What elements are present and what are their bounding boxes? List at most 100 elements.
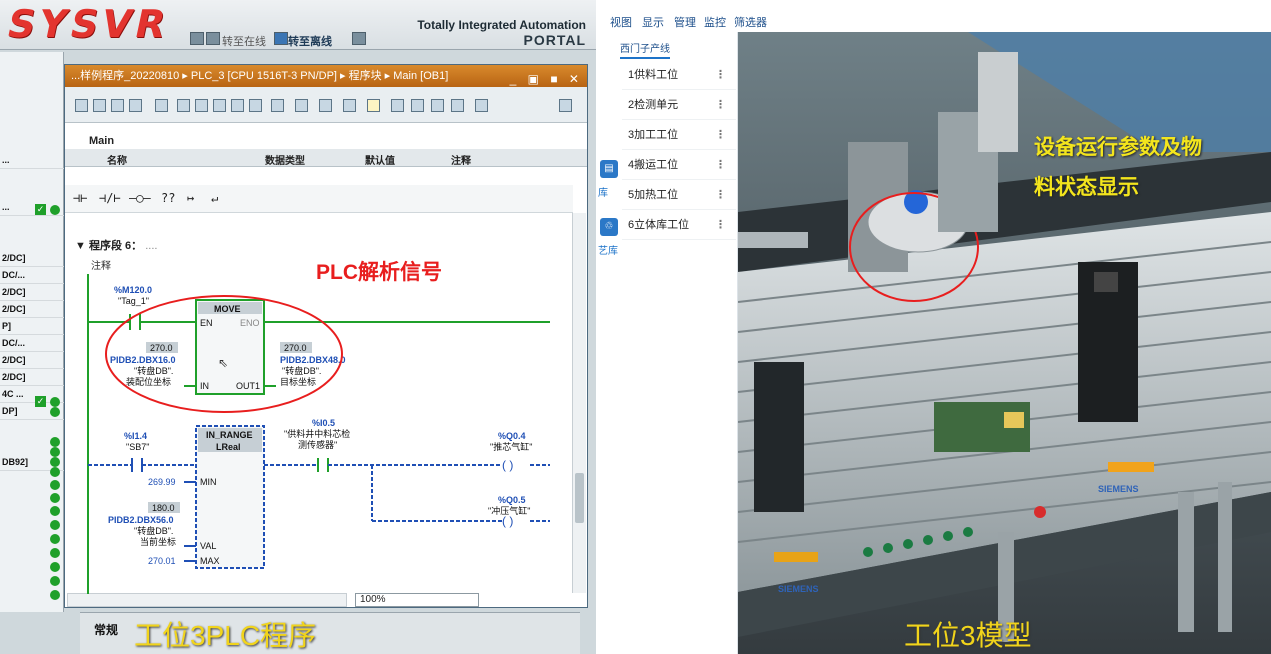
compile-icon[interactable] xyxy=(190,32,204,45)
tree-row[interactable]: DC/... xyxy=(0,267,64,284)
toolbar-tool-icon[interactable] xyxy=(271,99,284,112)
program-editor[interactable]: ...样例程序_20220810 ▸ PLC_3 [CPU 1516T-3 PN… xyxy=(64,64,588,608)
side-label: 艺库 xyxy=(598,246,618,257)
toolbar-tool-icon[interactable] xyxy=(411,99,424,112)
interface-table-header: 名称 数据类型 默认值 注释 xyxy=(65,149,587,167)
tree-row[interactable]: ... xyxy=(0,152,64,169)
status-ok-icon xyxy=(50,590,60,600)
menu-item-manage[interactable]: 管理 xyxy=(674,14,696,30)
toolbar-tool-icon[interactable] xyxy=(295,99,308,112)
3d-scene-viewport[interactable]: SIEMENS SIEMENS 设备运行参数及物 料状态显示 xyxy=(738,32,1271,654)
toolbar-tool-icon[interactable] xyxy=(431,99,444,112)
toolbar-tool-icon[interactable] xyxy=(195,99,208,112)
download-icon[interactable] xyxy=(206,32,220,45)
station-item-1[interactable]: 1供料工位 ⋮ xyxy=(622,60,736,90)
toolbar-tool-icon[interactable] xyxy=(177,99,190,112)
station-item-3[interactable]: 3加工工位 ⋮ xyxy=(622,120,736,150)
station-item-6[interactable]: 6立体库工位 ⋮ xyxy=(622,210,736,240)
toolbar-tool-icon[interactable] xyxy=(213,99,226,112)
toolbar-tool-icon[interactable] xyxy=(249,99,262,112)
zoom-select[interactable]: 100% xyxy=(355,593,479,607)
menu-bar: 视图 显示 管理 监控 筛选器 xyxy=(598,8,1271,32)
more-icon[interactable]: ⋮ xyxy=(715,210,726,240)
toolbar-tool-icon[interactable] xyxy=(319,99,332,112)
toolbar-tool-icon[interactable] xyxy=(111,99,124,112)
project-tree[interactable]: ... ... 2/DC] DC/... 2/DC] 2/DC] P] DC/.… xyxy=(0,52,64,612)
process-library-icon[interactable]: ♲ xyxy=(600,218,618,236)
parameter-annotation: 设备运行参数及物 料状态显示 xyxy=(1034,136,1202,199)
left-caption: 工位3PLC程序 xyxy=(134,620,317,651)
toolbar-tool-icon[interactable] xyxy=(231,99,244,112)
accessible-devices-icon[interactable] xyxy=(352,32,366,45)
toolbar-tool-icon[interactable] xyxy=(391,99,404,112)
toolbar-tool-icon[interactable] xyxy=(129,99,142,112)
no-contact-button[interactable]: ⊣⊢ xyxy=(73,191,87,205)
more-icon[interactable]: ⋮ xyxy=(715,120,726,150)
column-header: 默认值 xyxy=(365,156,395,167)
tree-row[interactable]: DC/... xyxy=(0,335,64,352)
tree-row[interactable]: 2/DC] xyxy=(0,301,64,318)
more-icon[interactable]: ⋮ xyxy=(715,90,726,120)
network-comment[interactable]: 注释 xyxy=(91,257,111,272)
menu-item-monitor[interactable]: 监控 xyxy=(704,14,726,30)
station-item-2[interactable]: 2检测单元 ⋮ xyxy=(622,90,736,120)
toolbar-tool-icon[interactable] xyxy=(367,99,380,112)
close-branch-button[interactable]: ↵ xyxy=(211,191,218,205)
menu-item-view[interactable]: 视图 xyxy=(610,14,632,30)
tree-row[interactable]: P] xyxy=(0,318,64,335)
coil-button[interactable]: –◯– xyxy=(129,191,151,205)
empty-box-button[interactable]: ?? xyxy=(161,191,175,205)
open-branch-button[interactable]: ↦ xyxy=(187,191,194,205)
status-ok-icon xyxy=(50,562,60,572)
motor-drive xyxy=(754,362,804,512)
editor-titlebar: ...样例程序_20220810 ▸ PLC_3 [CPU 1516T-3 PN… xyxy=(65,65,587,87)
station-item-4[interactable]: 4搬运工位 ⋮ xyxy=(622,150,736,180)
menu-item-filter[interactable]: 筛选器 xyxy=(734,14,767,30)
tia-toolbar: SYSVR 转至在线 转至离线 Totally Integrated Autom… xyxy=(0,0,596,50)
scrollbar-thumb[interactable] xyxy=(575,473,584,523)
tree-row[interactable]: 2/DC] xyxy=(0,369,64,386)
go-offline-icon[interactable] xyxy=(274,32,288,45)
collapse-arrow-icon[interactable]: ▼ xyxy=(75,240,89,252)
status-ok-icon xyxy=(50,437,60,447)
go-online-button[interactable]: 转至在线 xyxy=(222,33,266,49)
tab-siemens-line[interactable]: 西门子产线 xyxy=(620,40,670,59)
status-ok-icon xyxy=(50,576,60,586)
cylinder xyxy=(738,232,808,248)
network-title[interactable]: ▼ 程序段 6： .... xyxy=(75,237,157,253)
toolbar-tool-icon[interactable] xyxy=(451,99,464,112)
status-ok-icon xyxy=(50,534,60,544)
tree-row[interactable]: 2/DC] xyxy=(0,352,64,369)
side-label: 库 xyxy=(598,188,608,199)
label-strip xyxy=(1108,462,1154,472)
toolbar-tool-icon[interactable] xyxy=(75,99,88,112)
drive-display xyxy=(1094,272,1118,292)
vertical-scrollbar[interactable] xyxy=(572,213,586,593)
more-icon[interactable]: ⋮ xyxy=(715,180,726,210)
side-strip: ▤ 库 ♲ 艺库 xyxy=(598,32,622,654)
station-item-5[interactable]: 5加热工位 ⋮ xyxy=(622,180,736,210)
tab-general[interactable]: 常规 xyxy=(94,621,118,638)
nc-contact-button[interactable]: ⊣/⊢ xyxy=(99,191,121,205)
more-icon[interactable]: ⋮ xyxy=(715,60,726,90)
toolbar-tool-icon[interactable] xyxy=(343,99,356,112)
block-interface-title: Main xyxy=(89,135,115,147)
toolbar-tool-icon[interactable] xyxy=(93,99,106,112)
horizontal-scrollbar[interactable] xyxy=(67,593,347,607)
tree-row[interactable]: 2/DC] xyxy=(0,284,64,301)
toolbar-tool-icon[interactable] xyxy=(475,99,488,112)
toolbar-tool-icon[interactable] xyxy=(559,99,572,112)
check-icon: ✓ xyxy=(35,204,46,215)
toolbar-tool-icon[interactable] xyxy=(155,99,168,112)
more-icon[interactable]: ⋮ xyxy=(715,150,726,180)
library-icon[interactable]: ▤ xyxy=(600,160,618,178)
status-ok-icon xyxy=(50,205,60,215)
tree-row[interactable]: 2/DC] xyxy=(0,250,64,267)
column-header: 数据类型 xyxy=(265,156,305,167)
status-ok-icon xyxy=(50,548,60,558)
go-offline-button[interactable]: 转至离线 xyxy=(288,33,332,49)
relay xyxy=(1004,412,1024,428)
menu-item-display[interactable]: 显示 xyxy=(642,14,664,30)
status-ok-icon xyxy=(50,407,60,417)
tia-product-title: Totally Integrated Automation PORTAL xyxy=(417,18,586,48)
